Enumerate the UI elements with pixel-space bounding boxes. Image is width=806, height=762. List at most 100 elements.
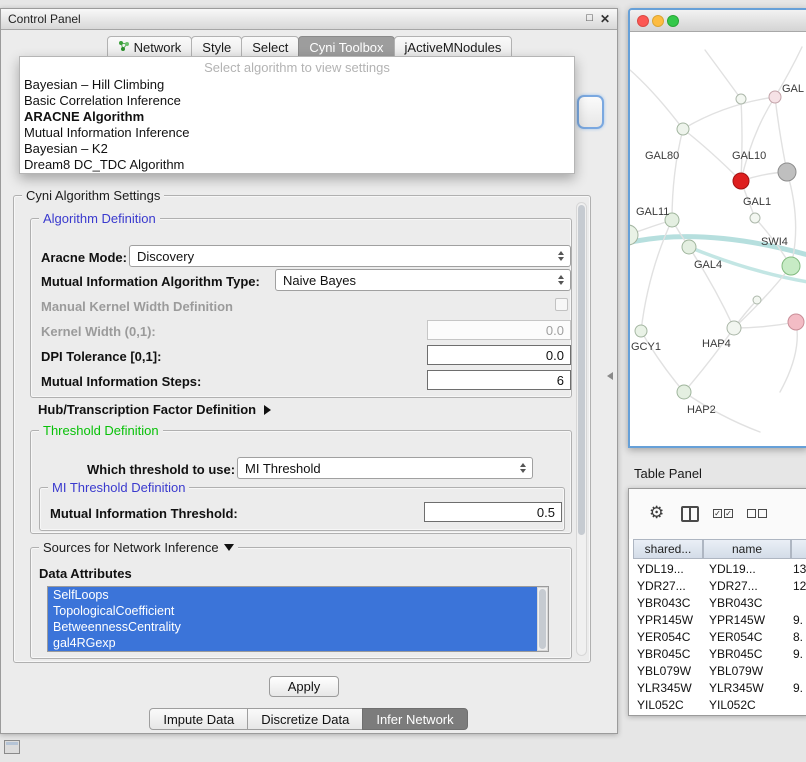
- sources-group: Sources for Network Inference Data Attri…: [30, 547, 572, 659]
- manual-kernel-checkbox[interactable]: [555, 298, 568, 311]
- network-node[interactable]: [778, 163, 796, 181]
- kernel-width-field[interactable]: 0.0: [427, 320, 571, 340]
- column-header-shared[interactable]: shared...: [633, 539, 703, 559]
- mi-type-combo[interactable]: Naive Bayes: [275, 269, 571, 291]
- table-row[interactable]: YBL079WYBL079W: [629, 663, 806, 680]
- algorithm-option-bayesian-k2[interactable]: Bayesian – K2: [20, 141, 574, 157]
- network-edge[interactable]: [775, 97, 787, 172]
- table-row[interactable]: YLR345WYLR345W9.: [629, 680, 806, 697]
- network-edge[interactable]: [780, 322, 797, 392]
- table-row[interactable]: YDR27...YDR27...12: [629, 578, 806, 595]
- data-attributes-list: SelfLoopsTopologicalCoefficientBetweenne…: [47, 586, 549, 652]
- mi-threshold-field[interactable]: 0.5: [424, 502, 562, 522]
- table-row[interactable]: YER054CYER054C8.: [629, 629, 806, 646]
- attributes-scrollbar-thumb[interactable]: [539, 589, 546, 649]
- zoom-button[interactable]: [667, 15, 679, 27]
- network-edge[interactable]: [683, 97, 775, 129]
- network-node[interactable]: [682, 240, 696, 254]
- mi-type-label: Mutual Information Algorithm Type:: [41, 274, 260, 289]
- attribute-item-betweennesscentrality[interactable]: BetweennessCentrality: [48, 619, 548, 635]
- bottom-tab-discretize-data[interactable]: Discretize Data: [247, 708, 363, 730]
- network-node[interactable]: [677, 385, 691, 399]
- bottom-tab-infer-network[interactable]: Infer Network: [362, 708, 467, 730]
- collapsed-panel-icon[interactable]: [4, 740, 20, 754]
- close-button[interactable]: [637, 15, 649, 27]
- table-row[interactable]: YPR145WYPR145W9.: [629, 612, 806, 629]
- table-cell: YER054C: [709, 629, 762, 646]
- mi-threshold-group-title: MI Threshold Definition: [48, 480, 189, 495]
- expand-right-icon: [264, 405, 271, 415]
- panel-collapse-handle[interactable]: [607, 372, 613, 380]
- cyni-settings-group: Cyni Algorithm Settings Algorithm Defini…: [13, 195, 591, 663]
- network-node[interactable]: [782, 257, 800, 275]
- algorithm-option-mutual-information-inference[interactable]: Mutual Information Inference: [20, 125, 574, 141]
- dpi-tolerance-field[interactable]: 0.0: [427, 345, 571, 365]
- apply-button[interactable]: Apply: [269, 676, 339, 697]
- settings-gear-icon[interactable]: ⚙: [649, 503, 664, 523]
- table-cell: YBR045C: [709, 646, 762, 663]
- network-node[interactable]: [677, 123, 689, 135]
- minimize-button[interactable]: [652, 15, 664, 27]
- which-threshold-combo[interactable]: MI Threshold: [237, 457, 533, 479]
- network-node[interactable]: [733, 173, 749, 189]
- control-panel-titlebar[interactable]: Control Panel □ ✕: [1, 9, 617, 30]
- deselect-all-icon[interactable]: [747, 509, 767, 518]
- settings-scrollbar-thumb[interactable]: [578, 205, 585, 535]
- tab-label: jActiveMNodules: [405, 40, 502, 55]
- network-edge[interactable]: [705, 50, 741, 99]
- settings-scrollbar[interactable]: [576, 202, 587, 656]
- attribute-item-selfloops[interactable]: SelfLoops: [48, 587, 548, 603]
- table-row[interactable]: YDL19...YDL19...13: [629, 561, 806, 578]
- network-edge[interactable]: [672, 129, 683, 220]
- network-edge[interactable]: [734, 322, 796, 328]
- mi-steps-field[interactable]: 6: [427, 370, 571, 390]
- node-label-gal1: GAL1: [743, 196, 771, 208]
- table-row[interactable]: YIL052C YIL052C: [629, 697, 806, 714]
- table-cell: YIL052C: [637, 697, 684, 714]
- network-node[interactable]: [750, 213, 760, 223]
- table-row[interactable]: YBR043CYBR043C: [629, 595, 806, 612]
- select-all-icon[interactable]: ✓ ✓: [713, 509, 733, 518]
- network-edge[interactable]: [741, 97, 775, 181]
- node-label-gcy1: GCY1: [631, 341, 661, 353]
- bottom-tab-impute-data[interactable]: Impute Data: [149, 708, 248, 730]
- attribute-item-topologicalcoefficient[interactable]: TopologicalCoefficient: [48, 603, 548, 619]
- algorithm-option-dream8-dc-tdc-algorithm[interactable]: Dream8 DC_TDC Algorithm: [20, 157, 574, 173]
- algorithm-option-basic-correlation-inference[interactable]: Basic Correlation Inference: [20, 93, 574, 109]
- algorithm-definition-group: Algorithm Definition Aracne Mode: Discov…: [30, 218, 572, 398]
- network-node[interactable]: [727, 321, 741, 335]
- network-node[interactable]: [753, 296, 761, 304]
- network-tab-icon: [118, 40, 130, 55]
- attributes-scrollbar[interactable]: [537, 587, 548, 651]
- attribute-item-gal4rgexp[interactable]: gal4RGexp: [48, 635, 548, 651]
- network-node[interactable]: [736, 94, 746, 104]
- algorithm-help-button[interactable]: [577, 95, 604, 129]
- column-layout-icon[interactable]: [681, 506, 699, 522]
- table-cell: YER054C: [637, 629, 690, 646]
- node-label-gal80: GAL80: [645, 150, 679, 162]
- close-window-icon[interactable]: ✕: [600, 12, 610, 26]
- network-node[interactable]: [769, 91, 781, 103]
- sources-group-title[interactable]: Sources for Network Inference: [39, 540, 238, 555]
- network-node[interactable]: [788, 314, 804, 330]
- hub-section-toggle[interactable]: Hub/Transcription Factor Definition: [38, 402, 271, 417]
- table-toolbar: ⚙ ✓ ✓: [629, 489, 806, 539]
- column-header-name[interactable]: name: [703, 539, 791, 559]
- network-node[interactable]: [635, 325, 647, 337]
- algorithm-option-bayesian-hill-climbing[interactable]: Bayesian – Hill Climbing: [20, 77, 574, 93]
- which-threshold-label: Which threshold to use:: [87, 462, 235, 477]
- network-edge[interactable]: [630, 70, 683, 129]
- algorithm-dropdown-placeholder: Select algorithm to view settings: [20, 59, 574, 77]
- column-header-2[interactable]: [791, 539, 806, 559]
- algorithm-option-aracne-algorithm[interactable]: ARACNE Algorithm: [20, 109, 574, 125]
- table-row[interactable]: YBR045CYBR045C9.: [629, 646, 806, 663]
- network-window-titlebar[interactable]: [630, 10, 806, 32]
- data-attributes-label: Data Attributes: [39, 566, 132, 581]
- network-canvas[interactable]: GAL80GAL10GAL11GAL1SWI4GAL4GCY1HAP4HAP2G…: [630, 32, 806, 446]
- network-edge[interactable]: [741, 99, 742, 181]
- float-window-icon[interactable]: □: [586, 12, 593, 26]
- table-cell: YPR145W: [709, 612, 765, 629]
- table-cell: YIL052C: [709, 697, 756, 714]
- checked-box-icon: ✓: [724, 509, 733, 518]
- aracne-mode-combo[interactable]: Discovery: [129, 245, 571, 267]
